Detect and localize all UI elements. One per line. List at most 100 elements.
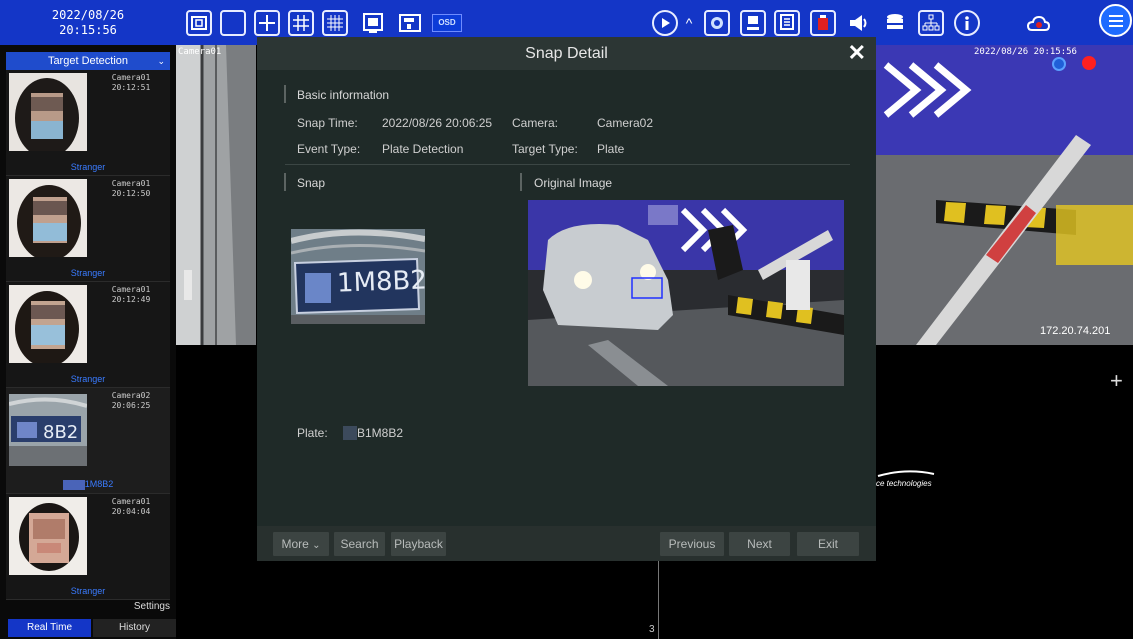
play-icon[interactable] [652, 10, 678, 36]
svg-text:8B2: 8B2 [43, 422, 78, 443]
camera-icon[interactable] [740, 10, 766, 36]
search-button[interactable]: Search [334, 532, 385, 556]
exit-button[interactable]: Exit [797, 532, 859, 556]
face-thumbnail [9, 179, 87, 257]
target-type-label: Target Type: [512, 142, 578, 156]
section-divider [285, 164, 850, 165]
event-type-value: Plate Detection [382, 142, 464, 156]
chevron-down-icon: ⌄ [157, 56, 165, 66]
chevron-up-icon[interactable]: ^ [680, 10, 698, 36]
sequence-icon[interactable] [360, 10, 386, 36]
tab-history[interactable]: History [93, 619, 176, 637]
dialog-footer: More ⌄ Search Playback Previous Next Exi… [257, 526, 876, 561]
plate-thumbnail: 8B2 [9, 394, 87, 466]
pip-icon[interactable] [397, 10, 423, 36]
snap-time-value: 2022/08/26 20:06:25 [382, 116, 493, 130]
audio-icon[interactable] [846, 10, 872, 36]
info-icon[interactable] [954, 10, 980, 36]
target-detection-panel: Target Detection ⌄ Camera01 20:12:51 Stra… [0, 45, 176, 639]
item-camera: Camera01 [111, 179, 151, 188]
item-camera: Camera01 [111, 285, 151, 294]
plate-label: Plate: [297, 426, 328, 440]
section-marker [284, 173, 286, 191]
list-item[interactable]: 8B2 Camera02 20:06:25 1M8B2 [6, 388, 170, 494]
target-detection-dropdown[interactable]: Target Detection ⌄ [6, 52, 170, 70]
clock-icon [1052, 57, 1066, 71]
item-time: 20:12:49 [111, 295, 151, 304]
snap-title: Snap [297, 176, 326, 190]
playback-button[interactable]: Playback [391, 532, 446, 556]
dialog-title: Snap Detail [525, 45, 608, 62]
video-cell-camera02[interactable]: 2022/08/26 20:15:56 172.20.74.201 [876, 45, 1133, 345]
original-image-title: Original Image [534, 176, 613, 190]
disk-icon[interactable] [882, 10, 908, 36]
item-time: 20:12:50 [111, 189, 151, 198]
video-cell-camera01[interactable]: Camera01 [176, 45, 256, 345]
dialog-header: Snap Detail ✕ [257, 37, 876, 70]
original-image[interactable] [528, 200, 844, 386]
network-icon[interactable] [918, 10, 944, 36]
event-type-label: Event Type: [297, 142, 361, 156]
layout-sixteen-icon[interactable] [322, 10, 348, 36]
item-label: Stranger [70, 268, 106, 278]
ptz-icon[interactable] [704, 10, 730, 36]
tab-real-time[interactable]: Real Time [8, 619, 91, 637]
list-item[interactable]: Camera01 20:12:50 Stranger [6, 176, 170, 282]
section-marker [520, 173, 522, 191]
layout-fullscreen-icon[interactable] [186, 10, 212, 36]
previous-button[interactable]: Previous [660, 532, 724, 556]
plate-value: B1M8B2 [357, 426, 404, 440]
camera-name-overlay: Camera01 [178, 47, 222, 57]
brand-logo-text: ce technologies [876, 470, 935, 488]
close-icon[interactable]: ✕ [848, 41, 866, 65]
item-time: 20:12:51 [111, 83, 151, 92]
item-time: 20:04:04 [111, 507, 151, 516]
item-time: 20:06:25 [111, 401, 151, 410]
item-camera: Camera01 [111, 497, 151, 506]
chevron-down-icon: ⌄ [312, 540, 321, 551]
item-camera: Camera02 [111, 391, 151, 400]
target-type-value: Plate [597, 142, 625, 156]
list-item[interactable]: Camera01 20:12:51 Stranger [6, 70, 170, 176]
camera-value: Camera02 [597, 116, 654, 130]
cell-number: 3 [649, 624, 655, 635]
system-clock: 2022/08/26 20:15:56 [0, 0, 176, 45]
nvr-screen: { "clock": { "date": "2022/08/26", "time… [0, 0, 1133, 639]
ip-overlay: 172.20.74.201 [1040, 325, 1111, 337]
item-label: Stranger [70, 586, 106, 596]
item-camera: Camera01 [111, 73, 151, 82]
more-button[interactable]: More ⌄ [273, 532, 329, 556]
snap-detail-dialog: Snap Detail ✕ Basic information Snap Tim… [257, 37, 876, 561]
plate-region-mask [343, 426, 357, 440]
settings-link[interactable]: Settings [134, 601, 170, 612]
face-thumbnail [9, 497, 87, 575]
item-label: Stranger [70, 162, 106, 172]
camera-label: Camera: [512, 116, 559, 130]
record-icon[interactable] [774, 10, 800, 36]
osd-button[interactable]: OSD [432, 14, 462, 32]
alarm-icon[interactable] [810, 10, 836, 36]
timestamp-overlay: 2022/08/26 20:15:56 [974, 47, 1077, 57]
layout-quad-icon[interactable] [254, 10, 280, 36]
face-thumbnail [9, 285, 87, 363]
main-menu-button[interactable] [1099, 4, 1132, 37]
section-marker [284, 85, 286, 103]
basic-info-title: Basic information [297, 88, 390, 102]
list-item[interactable]: Camera01 20:12:49 Stranger [6, 282, 170, 388]
face-thumbnail [9, 73, 87, 151]
item-label: 1M8B2 [6, 479, 170, 490]
snap-time-label: Snap Time: [297, 116, 358, 130]
plate-characters: 1M8B2 [336, 265, 425, 299]
cloud-icon[interactable] [1025, 10, 1051, 36]
item-label: Stranger [70, 374, 106, 384]
layout-nine-icon[interactable] [288, 10, 314, 36]
clock-date: 2022/08/26 [51, 8, 125, 22]
clock-time: 20:15:56 [59, 23, 117, 37]
layout-single-icon[interactable] [220, 10, 246, 36]
add-camera-icon[interactable]: + [1110, 368, 1123, 394]
list-item[interactable]: Camera01 20:04:04 Stranger [6, 494, 170, 600]
recording-icon [1082, 56, 1096, 70]
plate-snap-image[interactable]: 1M8B2 [291, 229, 425, 324]
next-button[interactable]: Next [729, 532, 790, 556]
dropdown-label: Target Detection [47, 55, 129, 67]
